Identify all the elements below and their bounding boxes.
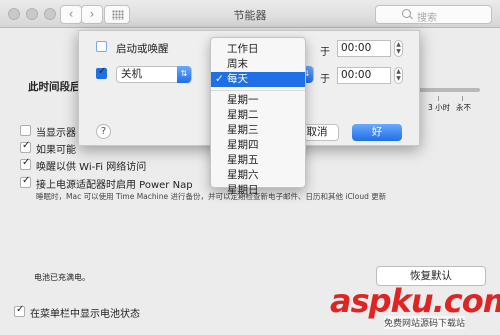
slider-label-3h: 3 小时 — [428, 103, 451, 112]
menu-item-sunday[interactable]: 星期日 — [211, 183, 305, 196]
checkmark-icon: ✓ — [215, 73, 224, 85]
action-popup[interactable]: 关机 ⇅ — [116, 66, 192, 83]
maybe-label: 如果可能 — [36, 145, 76, 156]
menu-item-weekdays[interactable]: 工作日 — [211, 42, 305, 57]
watermark-subtitle: 免费网站源码下载站 — [384, 316, 466, 329]
at-label-1: 于 — [320, 47, 330, 58]
maybe-checkbox[interactable] — [20, 140, 31, 153]
search-input[interactable]: 搜索 — [375, 5, 492, 24]
menubar-battery-label: 在菜单栏中显示电池状态 — [30, 309, 140, 320]
power-nap-checkbox[interactable] — [20, 175, 31, 188]
repeat-menu: 工作日 周末 ✓ 每天 星期一 星期二 星期三 星期四 星期五 星期六 星期日 — [210, 37, 306, 196]
startup-wake-label: 启动或唤醒 — [116, 43, 169, 55]
power-nap-description: 睡眠时，Mac 可以使用 Time Machine 进行备份，并可以定期检查新电… — [36, 192, 387, 201]
at-label-2: 于 — [320, 74, 330, 85]
menu-separator — [211, 90, 305, 91]
menu-item-thursday[interactable]: 星期四 — [211, 138, 305, 153]
battery-status: 电池已充满电。 — [34, 273, 90, 282]
slider-tick — [438, 96, 439, 101]
menu-item-monday[interactable]: 星期一 — [211, 93, 305, 108]
ok-button[interactable]: 好 — [352, 124, 402, 141]
menu-item-everyday[interactable]: ✓ 每天 — [211, 72, 305, 87]
wake-wifi-checkbox[interactable] — [20, 157, 31, 170]
time-stepper-1[interactable]: ▲ ▼ — [394, 40, 403, 57]
help-button[interactable]: ? — [96, 124, 111, 139]
action-value: 关机 — [121, 68, 142, 80]
time-field-1[interactable]: 00:00 — [337, 40, 391, 57]
display-dim-label: 当显示器 — [36, 128, 76, 139]
menu-item-saturday[interactable]: 星期六 — [211, 168, 305, 183]
action-checkbox[interactable] — [96, 66, 107, 79]
menu-item-friday[interactable]: 星期五 — [211, 153, 305, 168]
menu-item-wednesday[interactable]: 星期三 — [211, 123, 305, 138]
menu-item-weekends[interactable]: 周末 — [211, 57, 305, 72]
menu-item-tuesday[interactable]: 星期二 — [211, 108, 305, 123]
time-stepper-2[interactable]: ▲ ▼ — [394, 67, 403, 84]
watermark-logo: aspku.com — [330, 282, 500, 320]
slider-tick — [462, 96, 463, 101]
search-icon — [402, 9, 411, 18]
display-dim-checkbox[interactable] — [20, 125, 31, 136]
title-bar: ‹ › 节能器 搜索 — [0, 0, 500, 28]
time-field-2[interactable]: 00:00 — [337, 67, 391, 84]
startup-wake-checkbox[interactable] — [96, 41, 107, 52]
wake-wifi-label: 唤醒以供 Wi-Fi 网络访问 — [36, 162, 147, 173]
slider-label-never: 永不 — [456, 103, 471, 112]
menubar-battery-checkbox[interactable] — [14, 304, 25, 317]
search-placeholder: 搜索 — [417, 13, 437, 24]
menu-item-everyday-label: 每天 — [227, 73, 248, 85]
power-nap-label: 接上电源适配器时启用 Power Nap — [36, 180, 193, 191]
popup-arrows-icon: ⇅ — [177, 66, 191, 83]
